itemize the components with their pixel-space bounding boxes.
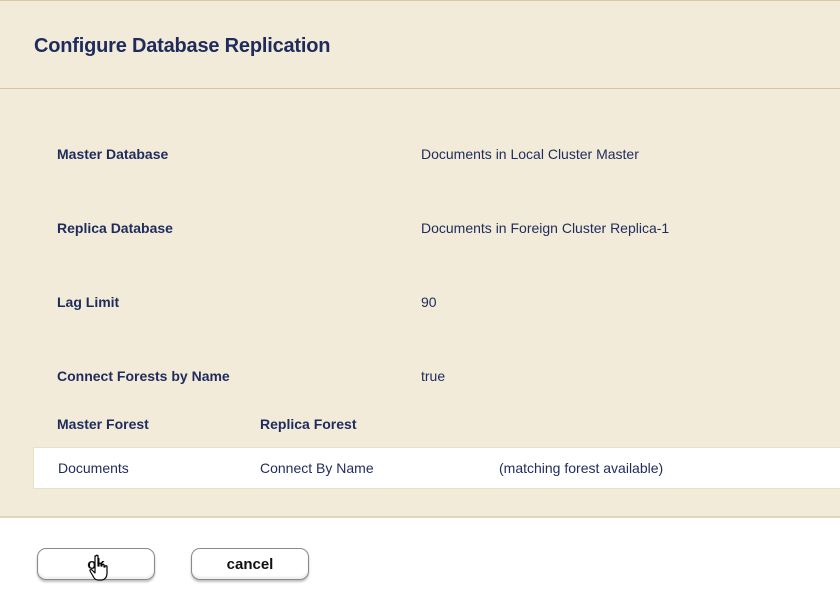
connect-forests-by-name-label: Connect Forests by Name [57, 368, 230, 384]
page-title: Configure Database Replication [34, 35, 331, 57]
panel-header: Configure Database Replication [0, 1, 840, 89]
master-database-label: Master Database [57, 146, 169, 162]
replica-forest-cell: Connect By Name [260, 460, 374, 476]
lag-limit-value: 90 [421, 294, 437, 310]
hand-pointer-icon [88, 554, 112, 582]
table-row: Documents Connect By Name (matching fore… [33, 447, 840, 489]
master-database-value: Documents in Local Cluster Master [421, 146, 639, 162]
replication-config-panel: Configure Database Replication Master Da… [0, 0, 840, 517]
replica-database-label: Replica Database [57, 220, 173, 236]
footer-divider [0, 516, 840, 518]
master-forest-column-header: Master Forest [57, 416, 149, 432]
lag-limit-label: Lag Limit [57, 294, 120, 310]
replica-database-value: Documents in Foreign Cluster Replica-1 [421, 220, 670, 236]
forest-status-cell: (matching forest available) [499, 460, 664, 476]
cancel-button[interactable]: cancel [191, 548, 309, 580]
replica-forest-column-header: Replica Forest [260, 416, 357, 432]
master-forest-cell: Documents [58, 460, 129, 476]
connect-forests-by-name-value: true [421, 368, 446, 384]
